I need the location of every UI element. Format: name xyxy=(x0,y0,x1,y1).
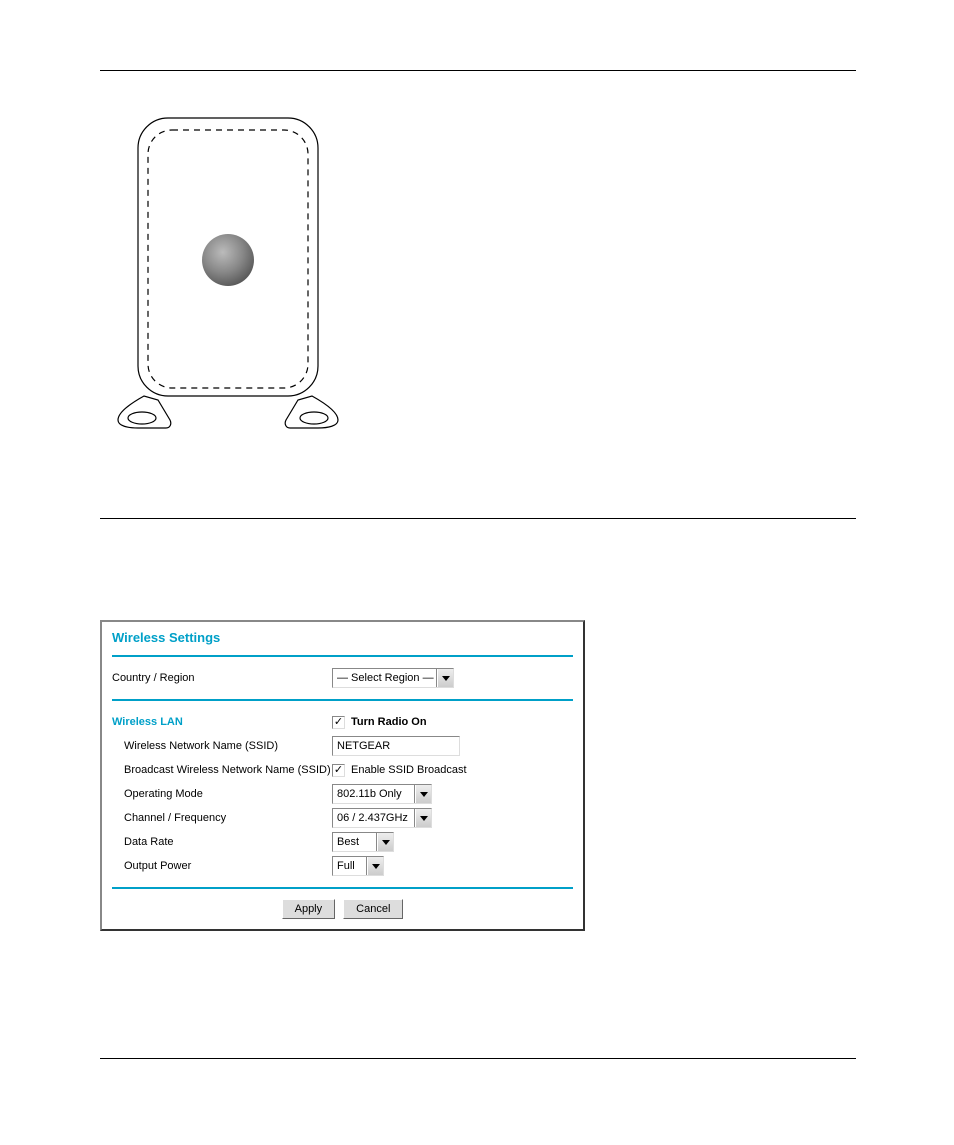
data-rate-label: Data Rate xyxy=(112,836,332,848)
check-icon: ✓ xyxy=(334,717,343,728)
ssid-label: Wireless Network Name (SSID) xyxy=(112,740,332,752)
channel-frequency-select[interactable]: 06 / 2.437GHz xyxy=(332,808,432,828)
broadcast-ssid-label: Broadcast Wireless Network Name (SSID) xyxy=(112,764,332,776)
ssid-input[interactable]: NETGEAR xyxy=(332,736,460,756)
turn-radio-on-checkbox[interactable]: ✓ xyxy=(332,716,345,729)
channel-frequency-label: Channel / Frequency xyxy=(112,812,332,824)
select-value: 06 / 2.437GHz xyxy=(333,809,415,827)
divider xyxy=(112,887,573,889)
turn-radio-on-label: Turn Radio On xyxy=(351,716,427,728)
output-power-label: Output Power xyxy=(112,860,332,872)
select-value: Best xyxy=(333,833,377,851)
wireless-lan-section: Wireless LAN xyxy=(112,716,332,728)
apply-button[interactable]: Apply xyxy=(282,899,336,919)
divider xyxy=(100,70,856,71)
cancel-button[interactable]: Cancel xyxy=(343,899,403,919)
country-region-label: Country / Region xyxy=(112,672,332,684)
divider xyxy=(100,518,856,519)
panel-title: Wireless Settings xyxy=(112,630,573,645)
divider xyxy=(112,699,573,701)
operating-mode-select[interactable]: 802.11b Only xyxy=(332,784,432,804)
chevron-down-icon[interactable] xyxy=(415,809,431,827)
country-region-select[interactable]: — Select Region — xyxy=(332,668,454,688)
select-value: 802.11b Only xyxy=(333,785,415,803)
select-value: — Select Region — xyxy=(333,669,437,687)
chevron-down-icon[interactable] xyxy=(377,833,393,851)
divider xyxy=(100,1058,856,1059)
output-power-select[interactable]: Full xyxy=(332,856,384,876)
input-value: NETGEAR xyxy=(337,740,390,752)
enable-ssid-broadcast-checkbox[interactable]: ✓ xyxy=(332,764,345,777)
operating-mode-label: Operating Mode xyxy=(112,788,332,800)
data-rate-select[interactable]: Best xyxy=(332,832,394,852)
select-value: Full xyxy=(333,857,367,875)
device-illustration xyxy=(108,110,348,430)
check-icon: ✓ xyxy=(334,765,343,776)
chevron-down-icon[interactable] xyxy=(367,857,383,875)
chevron-down-icon[interactable] xyxy=(437,669,453,687)
wireless-settings-panel: Wireless Settings Country / Region — Sel… xyxy=(100,620,585,931)
divider xyxy=(112,655,573,657)
chevron-down-icon[interactable] xyxy=(415,785,431,803)
enable-ssid-broadcast-label: Enable SSID Broadcast xyxy=(351,764,467,776)
